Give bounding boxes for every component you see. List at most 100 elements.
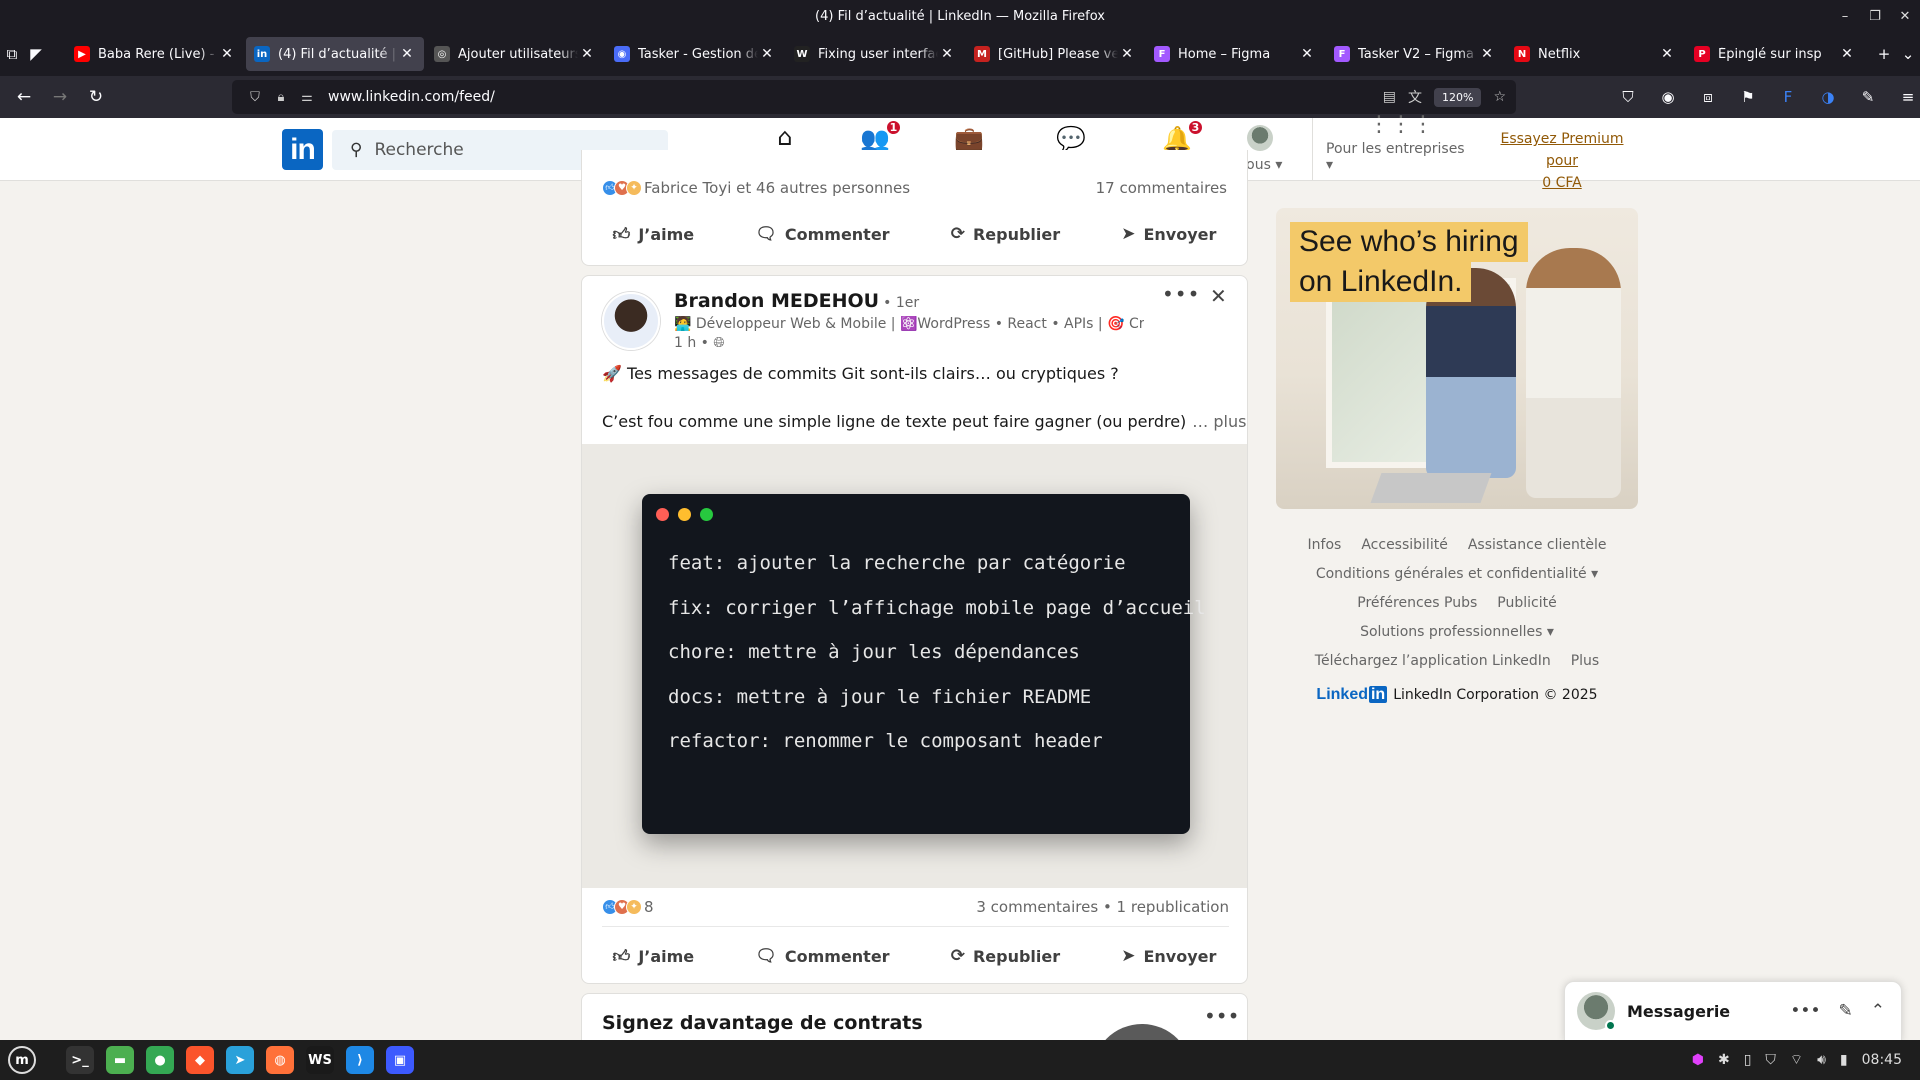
url-text[interactable]: www.linkedin.com/feed/ bbox=[328, 89, 495, 105]
messaging-title[interactable]: Messagerie bbox=[1627, 1002, 1730, 1021]
chrome-app[interactable]: ● bbox=[140, 1040, 180, 1080]
tab-close-icon[interactable]: ✕ bbox=[398, 46, 416, 62]
footer-link[interactable]: Plus bbox=[1571, 653, 1600, 669]
next-post-more-icon[interactable]: ••• bbox=[1204, 1004, 1239, 1028]
messaging-panel[interactable]: Messagerie ••• ✎ ⌃ bbox=[1564, 981, 1902, 1041]
footer-link[interactable]: Assistance clientèle bbox=[1468, 537, 1607, 553]
back-button[interactable]: ← bbox=[6, 79, 42, 115]
network-icon[interactable]: ⌔ bbox=[1790, 1051, 1803, 1069]
shield-tray-icon[interactable]: ⛉ bbox=[1765, 1052, 1776, 1068]
browser-tab[interactable]: ◎ Ajouter utilisateurs ✕ bbox=[426, 37, 604, 71]
webstorm-app[interactable]: WS bbox=[300, 1040, 340, 1080]
author-name[interactable]: Brandon MEDEHOU • 1er bbox=[674, 290, 919, 312]
browser-tab[interactable]: N Netflix ✕ bbox=[1506, 37, 1684, 71]
nav-business[interactable]: ⋮⋮⋮ Pour les entreprises ▾ bbox=[1326, 112, 1476, 181]
tab-close-icon[interactable]: ✕ bbox=[1118, 46, 1136, 62]
chevron-up-icon[interactable]: ⌃ bbox=[1871, 1001, 1885, 1021]
volume-icon[interactable]: 🔊︎ bbox=[1817, 1052, 1826, 1068]
extension-translate-icon[interactable]: ◑ bbox=[1808, 88, 1848, 106]
start-menu-button[interactable]: m bbox=[2, 1040, 42, 1080]
like-button[interactable]: 👍︎ J’aime bbox=[595, 224, 713, 245]
files-app[interactable]: ▬ bbox=[100, 1040, 140, 1080]
tab-close-icon[interactable]: ✕ bbox=[578, 46, 596, 62]
ad-banner[interactable]: See who’s hiring on LinkedIn. bbox=[1276, 208, 1638, 509]
new-tab-button[interactable]: + bbox=[1872, 32, 1896, 76]
footer-link[interactable]: Accessibilité bbox=[1361, 537, 1447, 553]
reactions-summary[interactable]: 👍︎ ♥ ✦ Fabrice Toyi et 46 autres personnes bbox=[602, 179, 910, 197]
tab-close-icon[interactable]: ✕ bbox=[1298, 46, 1316, 62]
like-button[interactable]: 👍︎ J’aime bbox=[595, 946, 713, 967]
extensions-icon[interactable]: ⧈ bbox=[1688, 88, 1728, 106]
bookmark-star-icon[interactable]: ☆ bbox=[1493, 89, 1506, 105]
tab-close-icon[interactable]: ✕ bbox=[1478, 46, 1496, 62]
tab-close-icon[interactable]: ✕ bbox=[1838, 46, 1856, 62]
maximize-button[interactable]: ❐ bbox=[1860, 9, 1890, 24]
browser-tab[interactable]: in (4) Fil d’actualité | L ✕ bbox=[246, 37, 424, 71]
browser-tab[interactable]: ▶ Baba Rere (Live) - Y ✕ bbox=[66, 37, 244, 71]
post-comments-count[interactable]: 3 commentaires • 1 republication bbox=[976, 898, 1229, 916]
browser-tab[interactable]: W Fixing user interfac ✕ bbox=[786, 37, 964, 71]
comments-count[interactable]: 17 commentaires bbox=[1096, 179, 1227, 197]
premium-link[interactable]: Essayez Premium pour 0 CFA bbox=[1486, 128, 1638, 194]
browser-tab[interactable]: ◉ Tasker - Gestion de ✕ bbox=[606, 37, 784, 71]
comment-button[interactable]: 🗨︎ Commenter bbox=[737, 224, 907, 244]
tray-app-icon[interactable]: ⬢ bbox=[1692, 1052, 1704, 1068]
account-icon[interactable]: ◉ bbox=[1648, 88, 1688, 106]
list-tabs-icon[interactable]: ⌄ bbox=[1896, 32, 1920, 76]
clock[interactable]: 08:45 bbox=[1862, 1052, 1902, 1068]
footer-link[interactable]: Préférences Pubs bbox=[1357, 595, 1477, 611]
reader-view-icon[interactable]: ▤ bbox=[1383, 89, 1396, 105]
post-more-icon[interactable]: ••• bbox=[1162, 282, 1200, 306]
browser-tab[interactable]: P Épinglé sur insp ✕ bbox=[1686, 37, 1864, 71]
tab-overview-icon[interactable]: ⧉ bbox=[0, 32, 24, 76]
send-button[interactable]: ➤ Envoyer bbox=[1103, 224, 1234, 244]
lock-icon[interactable]: 🔒︎ bbox=[268, 90, 294, 105]
author-avatar[interactable] bbox=[602, 292, 660, 350]
pocket-icon[interactable]: ⛉ bbox=[1608, 88, 1648, 106]
menu-icon[interactable]: ≡ bbox=[1888, 88, 1920, 106]
repost-button[interactable]: ⟳ Republier bbox=[933, 224, 1078, 244]
browser-tab[interactable]: F Tasker V2 – Figma ✕ bbox=[1326, 37, 1504, 71]
close-window-button[interactable]: ✕ bbox=[1890, 9, 1920, 24]
footer-link[interactable]: Conditions générales et confidentialité … bbox=[1316, 566, 1598, 582]
tab-close-icon[interactable]: ✕ bbox=[1658, 46, 1676, 62]
see-more-link[interactable]: … plus bbox=[1192, 412, 1246, 431]
bluetooth-icon[interactable]: ✱ bbox=[1718, 1052, 1730, 1068]
address-bar[interactable]: ⛉ 🔒︎ ⚌ www.linkedin.com/feed/ ▤ 文 120% ☆ bbox=[232, 80, 1516, 114]
extension-pen-icon[interactable]: ✎ bbox=[1848, 88, 1888, 106]
reload-button[interactable]: ↻ bbox=[78, 79, 114, 115]
firefox-view-icon[interactable]: ◤ bbox=[24, 32, 48, 76]
post-close-icon[interactable]: ✕ bbox=[1210, 284, 1227, 308]
comment-button[interactable]: 🗨︎ Commenter bbox=[737, 946, 907, 966]
footer-link[interactable]: Téléchargez l’application LinkedIn bbox=[1315, 653, 1551, 669]
minimize-button[interactable]: – bbox=[1830, 9, 1860, 24]
tab-close-icon[interactable]: ✕ bbox=[938, 46, 956, 62]
linkedin-logo[interactable]: in bbox=[282, 129, 323, 170]
extension-badge-icon[interactable]: ⚑ bbox=[1728, 88, 1768, 106]
brave-app[interactable]: ◆ bbox=[180, 1040, 220, 1080]
tab-close-icon[interactable]: ✕ bbox=[218, 46, 236, 62]
permissions-icon[interactable]: ⚌ bbox=[294, 90, 320, 105]
terminal-app[interactable]: >_ bbox=[60, 1040, 100, 1080]
post-image[interactable]: feat: ajouter la recherche par catégorie… bbox=[582, 444, 1247, 888]
forward-button[interactable]: → bbox=[42, 79, 78, 115]
shield-icon[interactable]: ⛉ bbox=[242, 90, 268, 105]
extension-f-icon[interactable]: F bbox=[1768, 88, 1808, 106]
more-options-icon[interactable]: ••• bbox=[1790, 1001, 1820, 1021]
vscode-app[interactable]: ⟩ bbox=[340, 1040, 380, 1080]
compose-icon[interactable]: ✎ bbox=[1839, 1001, 1853, 1021]
firefox-app[interactable]: ◍ bbox=[260, 1040, 300, 1080]
footer-link[interactable]: Solutions professionnelles ▾ bbox=[1360, 624, 1554, 640]
send-button[interactable]: ➤ Envoyer bbox=[1103, 946, 1234, 966]
telegram-app[interactable]: ➤ bbox=[220, 1040, 260, 1080]
footer-link[interactable]: Publicité bbox=[1497, 595, 1556, 611]
battery-icon[interactable]: ▮ bbox=[1840, 1052, 1848, 1068]
next-post-title[interactable]: Signez davantage de contrats bbox=[602, 1012, 923, 1034]
clipboard-icon[interactable]: ▯ bbox=[1744, 1052, 1752, 1068]
repost-button[interactable]: ⟳ Republier bbox=[933, 946, 1078, 966]
screenshot-app[interactable]: ▣ bbox=[380, 1040, 420, 1080]
footer-link[interactable]: Infos bbox=[1308, 537, 1342, 553]
zoom-indicator[interactable]: 120% bbox=[1433, 87, 1482, 107]
post-reactions[interactable]: 👍︎ ♥ ✦ 8 bbox=[602, 898, 654, 916]
browser-tab[interactable]: M [GitHub] Please ver ✕ bbox=[966, 37, 1144, 71]
